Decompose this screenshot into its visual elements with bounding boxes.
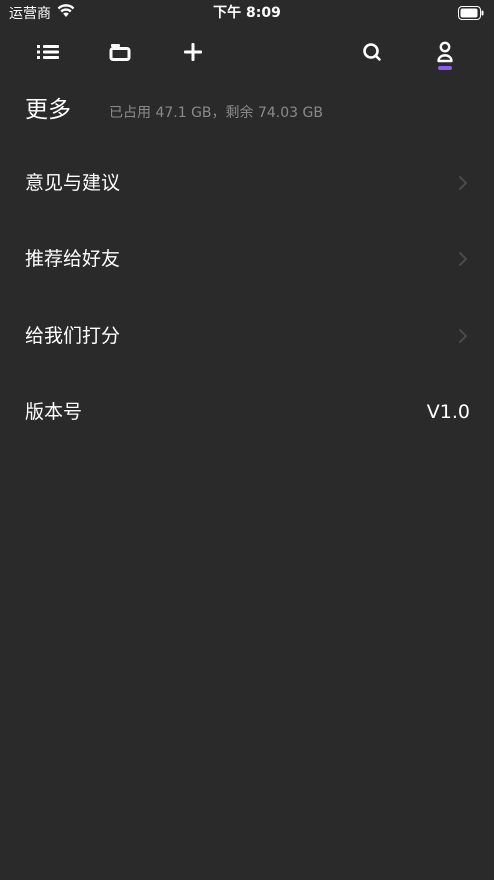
version-value: V1.0 (426, 401, 470, 423)
menu-item-feedback[interactable]: 意见与建议 (0, 155, 494, 211)
menu-item-label: 给我们打分 (25, 325, 121, 347)
folder-button[interactable] (104, 36, 136, 68)
menu-item-rate[interactable]: 给我们打分 (0, 308, 494, 364)
toolbar (0, 34, 494, 74)
chevron-right-icon (458, 328, 468, 344)
plus-icon (183, 42, 203, 62)
menu-item-version: 版本号 V1.0 (0, 384, 494, 440)
list-icon (36, 43, 60, 61)
page-title: 更多 (25, 97, 71, 123)
battery-icon (458, 5, 484, 20)
chevron-right-icon (458, 175, 468, 191)
storage-info: 已占用 47.1 GB，剩余 74.03 GB (109, 105, 323, 121)
folder-icon (109, 42, 131, 62)
status-time: 下午 8:09 (213, 5, 281, 21)
status-bar: 运营商 下午 8:09 (0, 0, 494, 26)
menu-item-recommend[interactable]: 推荐给好友 (0, 231, 494, 287)
add-button[interactable] (177, 36, 209, 68)
search-button[interactable] (356, 36, 388, 68)
list-button[interactable] (32, 36, 64, 68)
menu-item-label: 版本号 (25, 401, 83, 423)
menu-item-label: 推荐给好友 (25, 248, 121, 270)
user-icon (436, 41, 454, 63)
menu-item-label: 意见与建议 (25, 172, 121, 194)
active-tab-indicator (438, 66, 452, 70)
search-icon (362, 42, 382, 62)
chevron-right-icon (458, 251, 468, 267)
profile-button[interactable] (429, 36, 461, 68)
page-header: 更多 已占用 47.1 GB，剩余 74.03 GB (25, 94, 474, 130)
